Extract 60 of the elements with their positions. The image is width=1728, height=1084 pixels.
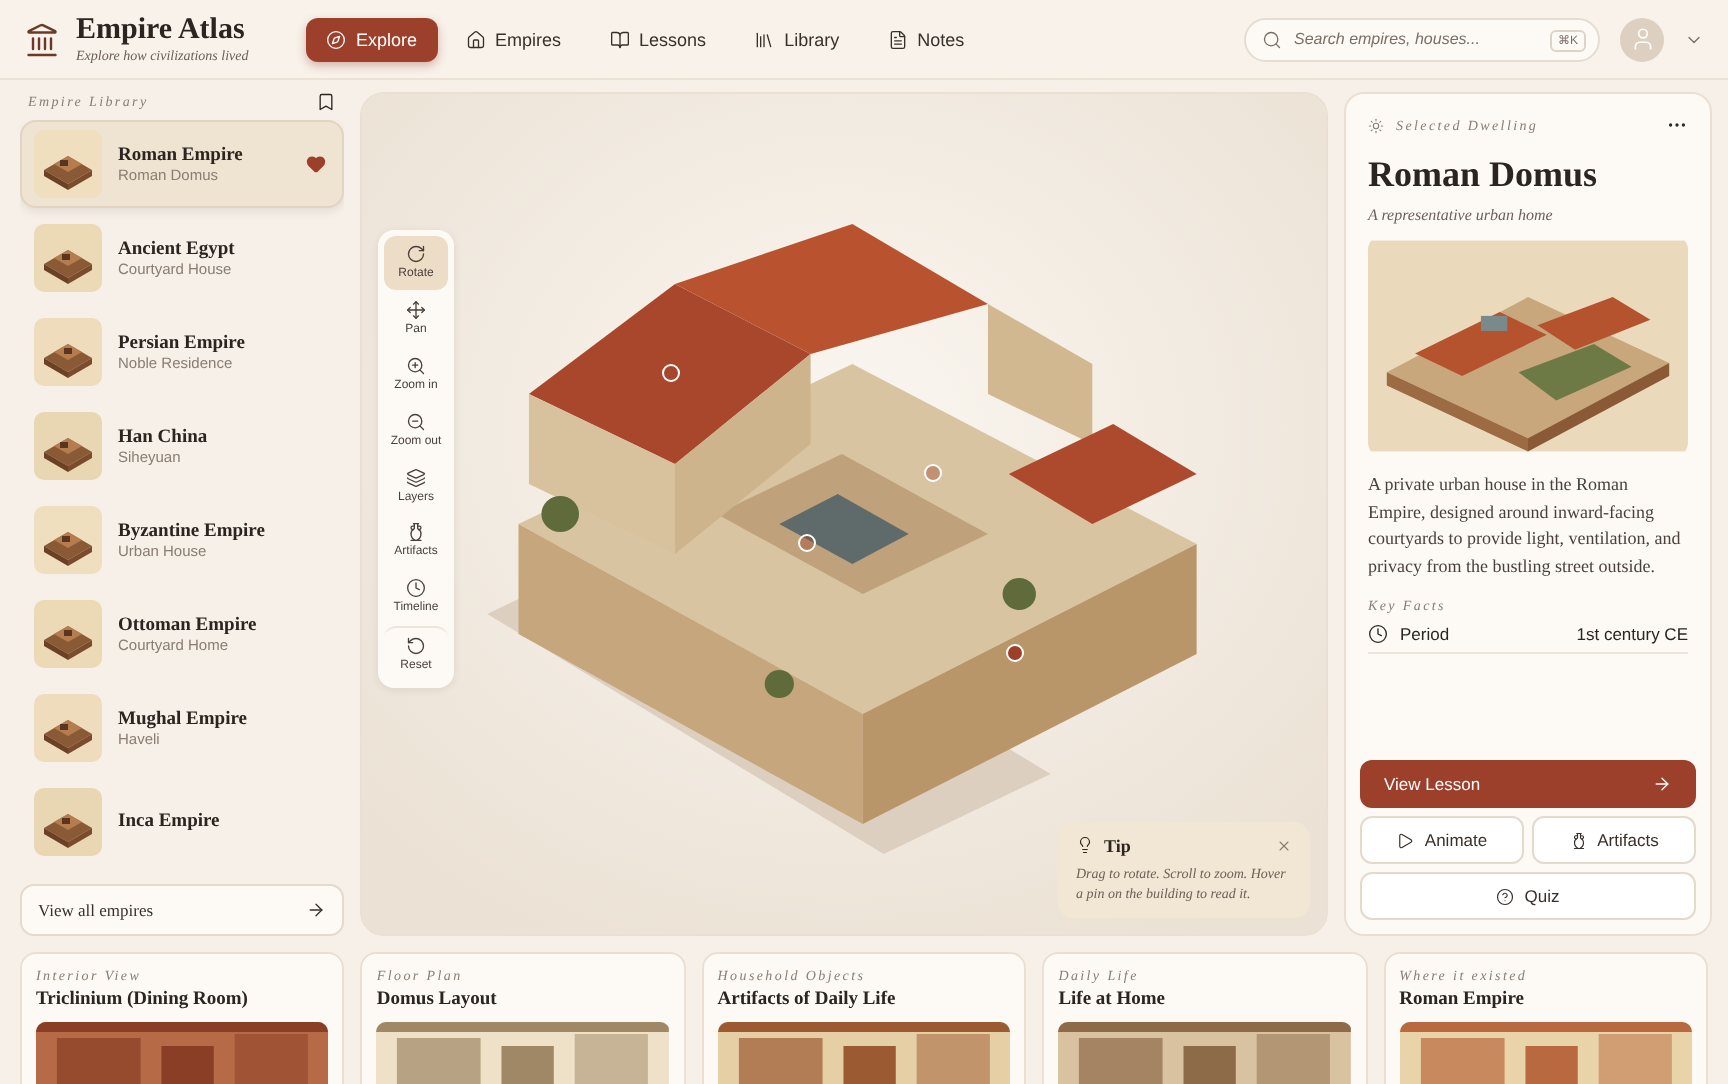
arrow-right-icon [1652,774,1672,794]
tool-icon [406,636,426,657]
nav-tab[interactable]: Empires [445,17,582,61]
help-icon [1496,887,1515,905]
action-button[interactable]: Artifacts [1532,816,1696,864]
nav-tab[interactable]: Explore [306,17,438,61]
tool-icon [406,467,426,488]
search-icon [1262,29,1282,49]
card-title: Artifacts of Daily Life [717,990,898,1010]
view-all-button[interactable]: View all empires [20,884,344,936]
nav-tab[interactable]: Notes [867,17,985,61]
nav-icon [887,29,908,49]
empire-name: Ancient Egypt [118,239,237,259]
nav-icon [754,29,775,49]
nav-icon [326,29,346,49]
tool-icon [406,299,426,320]
play-icon [1396,831,1415,849]
pin-marker[interactable] [662,364,680,382]
card-title: Domus Layout [376,990,499,1010]
empire-name: Han China [118,427,210,447]
empire-item[interactable]: Inca Empire [20,778,344,866]
sun-icon [1368,117,1384,133]
empire-name: Mughal Empire [118,709,249,729]
landmark-icon [24,21,60,57]
panel-subtitle: A representative urban home [1368,206,1555,224]
empire-name: Roman Empire [118,145,245,165]
nav-tab[interactable]: Library [734,17,860,61]
tool-icon [406,578,426,599]
fact-label: Period [1400,624,1452,644]
fact-value: 1st century CE [1576,624,1688,644]
empire-name: Inca Empire [118,812,222,832]
empire-name: Ottoman Empire [118,615,259,635]
empire-name: Persian Empire [118,333,247,353]
card-title: Triclinium (Dining Room) [36,990,250,1010]
empire-name: Byzantine Empire [118,521,267,541]
panel-title: Roman Domus [1368,154,1600,196]
user-icon [1629,26,1655,52]
close-icon[interactable] [1276,837,1292,854]
card-title: Life at Home [1058,990,1167,1010]
heart-icon[interactable] [306,154,326,174]
tool-icon [406,244,426,264]
bookmark-icon [316,92,336,112]
tool-icon [406,522,426,543]
pin-marker[interactable] [924,464,942,482]
nav-icon [609,29,630,49]
arrow-right-icon [306,900,326,920]
card-title: Roman Empire [1399,990,1526,1010]
view-lesson-button[interactable]: View Lesson [1360,760,1696,808]
pin-marker[interactable] [798,534,816,552]
nav-tab[interactable]: Lessons [589,17,727,61]
nav-icon [465,29,486,49]
action-button[interactable]: Animate [1360,816,1524,864]
tool-icon [406,355,426,376]
app-title: Empire Atlas [76,14,247,48]
description: A private urban house in the Roman Empire, designed around inward-facing courtyards to provide light, ventilation, and privacy from the bustling street outside. [1368,472,1683,580]
clock-icon [1368,624,1388,644]
amphora-icon [1569,831,1588,849]
tool-icon [406,411,426,432]
quiz-button[interactable]: Quiz [1360,872,1696,920]
tip-title: Tip [1104,835,1133,856]
